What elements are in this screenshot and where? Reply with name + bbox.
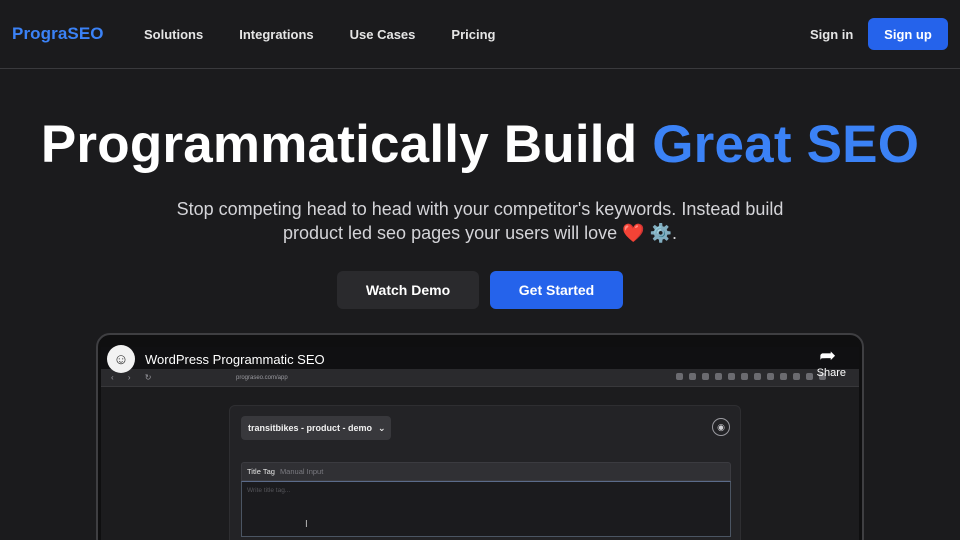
nav-link-use-cases[interactable]: Use Cases: [350, 27, 416, 42]
nav-links: Solutions Integrations Use Cases Pricing: [144, 27, 495, 42]
chevron-down-icon: ⌄: [378, 422, 386, 433]
browser-nav-icons: ‹ › ↻: [111, 373, 158, 382]
project-dropdown[interactable]: transitbikes - product - demo ⌄: [241, 416, 391, 440]
hero-title-accent: Great SEO: [652, 115, 920, 174]
demo-video-player[interactable]: ‹ › ↻ prograseo.com/app transitbikes - p…: [96, 333, 864, 540]
share-label[interactable]: Share: [817, 367, 846, 379]
get-started-button[interactable]: Get Started: [490, 271, 623, 309]
hero-title: Programmatically Build Great SEO: [0, 114, 960, 175]
video-frame: ‹ › ↻ prograseo.com/app transitbikes - p…: [101, 347, 859, 540]
title-tag-hint: Manual Input: [279, 467, 324, 476]
nav-link-pricing[interactable]: Pricing: [451, 27, 495, 42]
hero-title-main: Programmatically Build: [40, 115, 653, 174]
app-panel: transitbikes - product - demo ⌄ ◉ Title …: [229, 405, 741, 540]
video-title[interactable]: WordPress Programmatic SEO: [145, 352, 325, 367]
sign-in-link[interactable]: Sign in: [810, 27, 853, 42]
nav-link-integrations[interactable]: Integrations: [239, 27, 313, 42]
top-navbar: PrograSEO Solutions Integrations Use Cas…: [0, 0, 960, 69]
logo[interactable]: PrograSEO: [12, 24, 104, 44]
user-avatar-icon[interactable]: ◉: [712, 418, 730, 436]
share-arrow-icon[interactable]: ➦: [819, 343, 836, 368]
channel-avatar-icon[interactable]: ☺: [107, 345, 135, 373]
title-tag-field-header: Title Tag Manual Input: [241, 462, 731, 481]
title-tag-label: Title Tag: [247, 467, 275, 476]
hero-subtitle-line2: product led seo pages your users will lo…: [282, 223, 677, 243]
title-tag-placeholder: Write title tag...: [247, 487, 291, 494]
hero-subtitle: Stop competing head to head with your co…: [140, 197, 820, 245]
browser-url: prograseo.com/app: [236, 375, 288, 381]
text-cursor-icon: I: [305, 519, 308, 530]
project-dropdown-label: transitbikes - product - demo: [248, 423, 373, 433]
title-tag-input[interactable]: Write title tag...: [241, 481, 731, 537]
browser-extension-icons: [676, 373, 826, 380]
sign-up-button[interactable]: Sign up: [868, 18, 948, 50]
watch-demo-button[interactable]: Watch Demo: [337, 271, 479, 309]
nav-link-solutions[interactable]: Solutions: [144, 27, 203, 42]
hero-subtitle-line1: Stop competing head to head with your co…: [176, 199, 784, 219]
browser-toolbar: ‹ › ↻ prograseo.com/app: [101, 369, 859, 387]
